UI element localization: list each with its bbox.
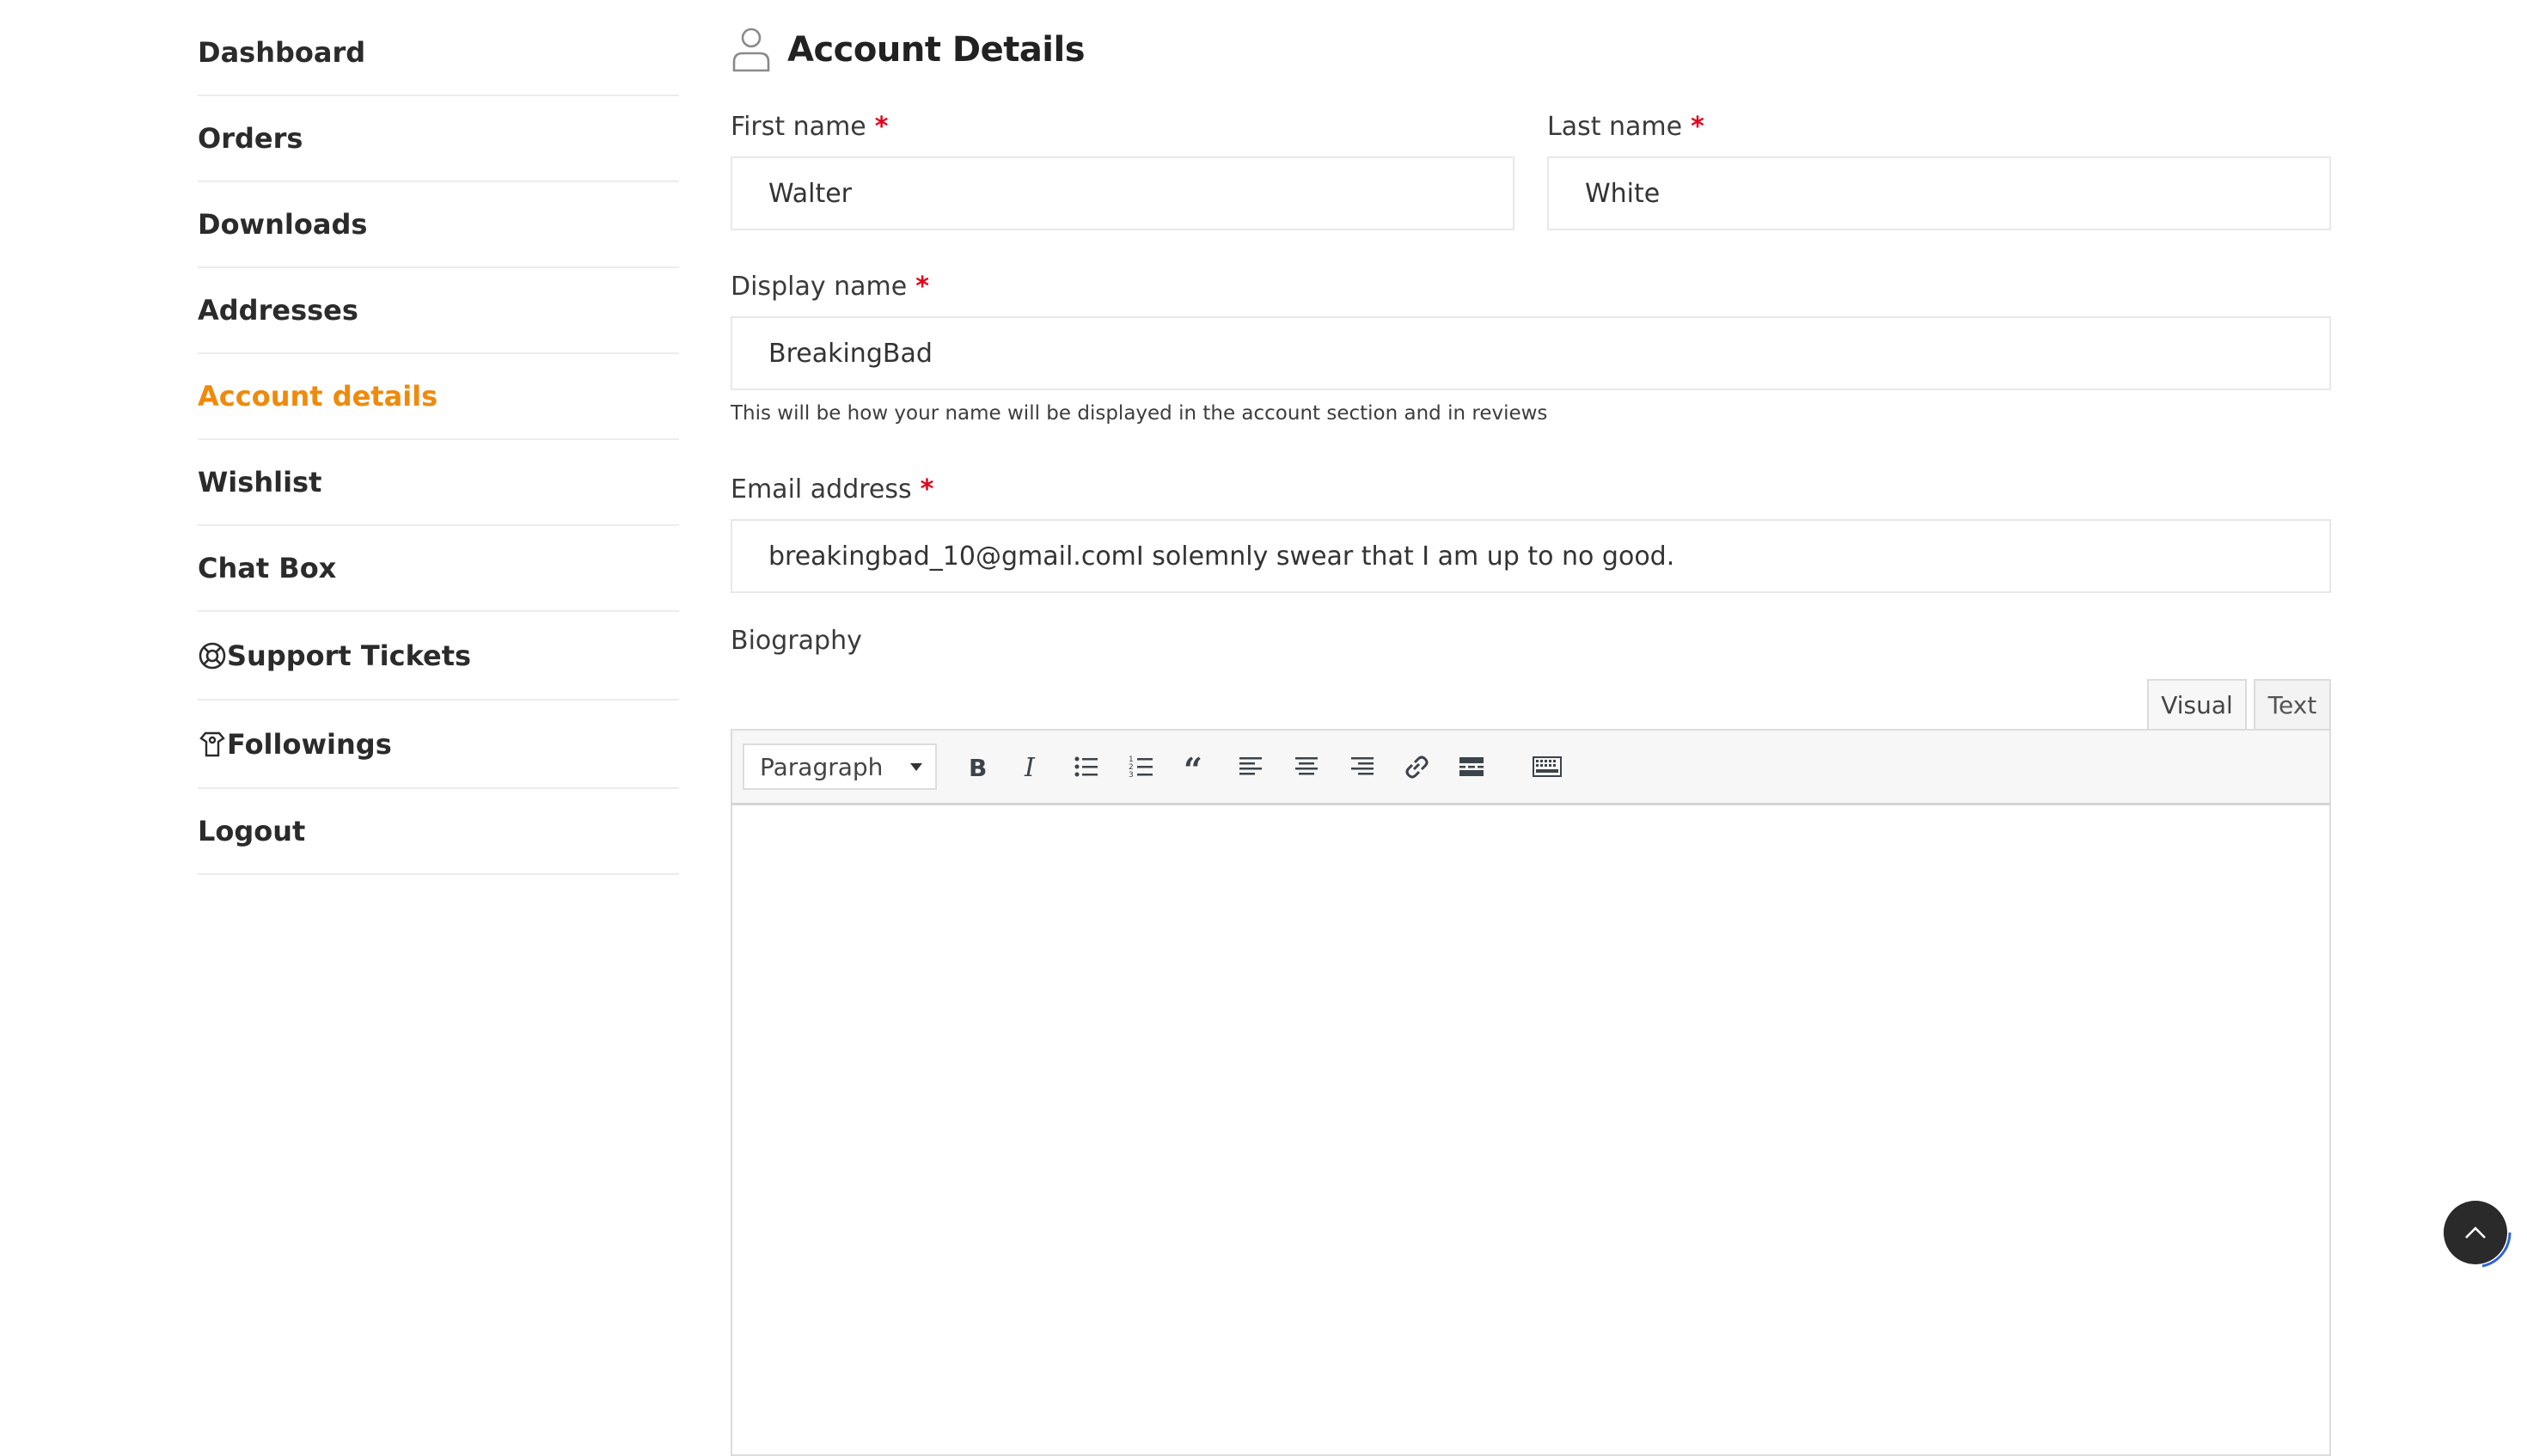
first-name-field[interactable]: Walter <box>731 156 1514 230</box>
account-sidebar: Dashboard Orders Downloads Addresses Acc… <box>198 10 679 875</box>
read-more-icon <box>1459 757 1484 776</box>
display-name-label-text: Display name <box>731 272 908 302</box>
format-select-value: Paragraph <box>760 752 884 781</box>
display-name-field[interactable]: BreakingBad <box>731 316 2331 390</box>
editor-toolbar: Paragraph B I 123 “ <box>731 729 2331 804</box>
sidebar-item-wishlist[interactable]: Wishlist <box>198 440 679 526</box>
svg-text:B: B <box>969 754 987 781</box>
page-header: Account Details <box>731 26 1086 74</box>
last-name-label: Last name * <box>1547 112 1704 142</box>
sidebar-item-chat-box[interactable]: Chat Box <box>198 526 679 612</box>
bulleted-list-icon <box>1074 756 1098 777</box>
biography-editor[interactable] <box>731 803 2331 1456</box>
svg-text:3: 3 <box>1129 771 1134 780</box>
user-icon <box>731 26 772 74</box>
italic-icon: I <box>1024 753 1036 781</box>
sidebar-item-addresses[interactable]: Addresses <box>198 268 679 354</box>
sidebar-item-account-details[interactable]: Account details <box>198 354 679 440</box>
sidebar-item-downloads[interactable]: Downloads <box>198 182 679 268</box>
bulleted-list-button[interactable] <box>1059 739 1114 794</box>
sidebar-item-label: Orders <box>198 122 303 155</box>
last-name-field[interactable]: White <box>1547 156 2331 230</box>
sidebar-item-label: Downloads <box>198 208 368 241</box>
format-select[interactable]: Paragraph <box>743 743 937 790</box>
required-marker: * <box>915 272 929 302</box>
dropdown-arrow-icon <box>910 763 922 771</box>
display-name-label: Display name * <box>731 272 929 302</box>
required-marker: * <box>874 112 889 142</box>
blockquote-icon: “ <box>1184 752 1202 781</box>
required-marker: * <box>1691 112 1704 142</box>
display-name-hint: This will be how your name will be displ… <box>731 402 1548 425</box>
email-field[interactable]: breakingbad_10@gmail.comI solemnly swear… <box>731 519 2331 593</box>
first-name-value: Walter <box>768 178 853 209</box>
align-center-button[interactable] <box>1279 739 1334 794</box>
svg-text:I: I <box>1024 753 1036 781</box>
numbered-list-button[interactable]: 123 <box>1114 739 1169 794</box>
align-right-button[interactable] <box>1334 739 1389 794</box>
followings-icon <box>198 730 227 759</box>
email-label: Email address * <box>731 474 933 505</box>
sidebar-item-label: Followings <box>227 727 392 761</box>
sidebar-item-dashboard[interactable]: Dashboard <box>198 10 679 96</box>
toolbar-toggle-icon <box>1533 756 1562 777</box>
bold-icon: B <box>969 754 987 781</box>
email-value: breakingbad_10@gmail.comI solemnly swear… <box>768 541 1675 572</box>
read-more-button[interactable] <box>1444 739 1499 794</box>
first-name-label: First name * <box>731 112 888 142</box>
tab-visual[interactable]: Visual <box>2147 679 2247 731</box>
email-label-text: Email address <box>731 474 912 505</box>
sidebar-item-logout[interactable]: Logout <box>198 789 679 875</box>
sidebar-item-followings[interactable]: Followings <box>198 700 679 789</box>
sidebar-item-label: Account details <box>198 380 438 413</box>
sidebar-item-label: Support Tickets <box>227 639 472 672</box>
bold-button[interactable]: B <box>949 739 1004 794</box>
toolbar-toggle-button[interactable] <box>1520 739 1575 794</box>
link-icon <box>1405 756 1429 779</box>
sidebar-item-label: Addresses <box>198 294 358 327</box>
italic-button[interactable]: I <box>1004 739 1059 794</box>
first-name-label-text: First name <box>731 112 866 142</box>
last-name-label-text: Last name <box>1547 112 1683 142</box>
required-marker: * <box>920 474 934 505</box>
sidebar-item-support-tickets[interactable]: Support Tickets <box>198 612 679 700</box>
svg-text:“: “ <box>1184 752 1202 781</box>
scroll-to-top-button[interactable] <box>2444 1201 2507 1264</box>
biography-label: Biography <box>731 626 862 656</box>
sidebar-item-label: Dashboard <box>198 36 366 69</box>
chevron-up-icon <box>2465 1227 2486 1239</box>
lifebuoy-icon <box>198 641 227 670</box>
sidebar-item-label: Chat Box <box>198 552 337 584</box>
align-center-icon <box>1295 757 1318 775</box>
align-left-icon <box>1239 757 1262 775</box>
sidebar-item-label: Wishlist <box>198 466 322 499</box>
blockquote-button[interactable]: “ <box>1169 739 1224 794</box>
sidebar-item-label: Logout <box>198 815 306 847</box>
align-left-button[interactable] <box>1224 739 1279 794</box>
numbered-list-icon: 123 <box>1129 756 1153 780</box>
link-button[interactable] <box>1389 739 1444 794</box>
sidebar-item-orders[interactable]: Orders <box>198 96 679 182</box>
align-right-icon <box>1351 757 1374 775</box>
display-name-value: BreakingBad <box>768 338 933 369</box>
page-title: Account Details <box>787 30 1086 70</box>
tab-text[interactable]: Text <box>2254 679 2331 731</box>
last-name-value: White <box>1585 178 1661 209</box>
